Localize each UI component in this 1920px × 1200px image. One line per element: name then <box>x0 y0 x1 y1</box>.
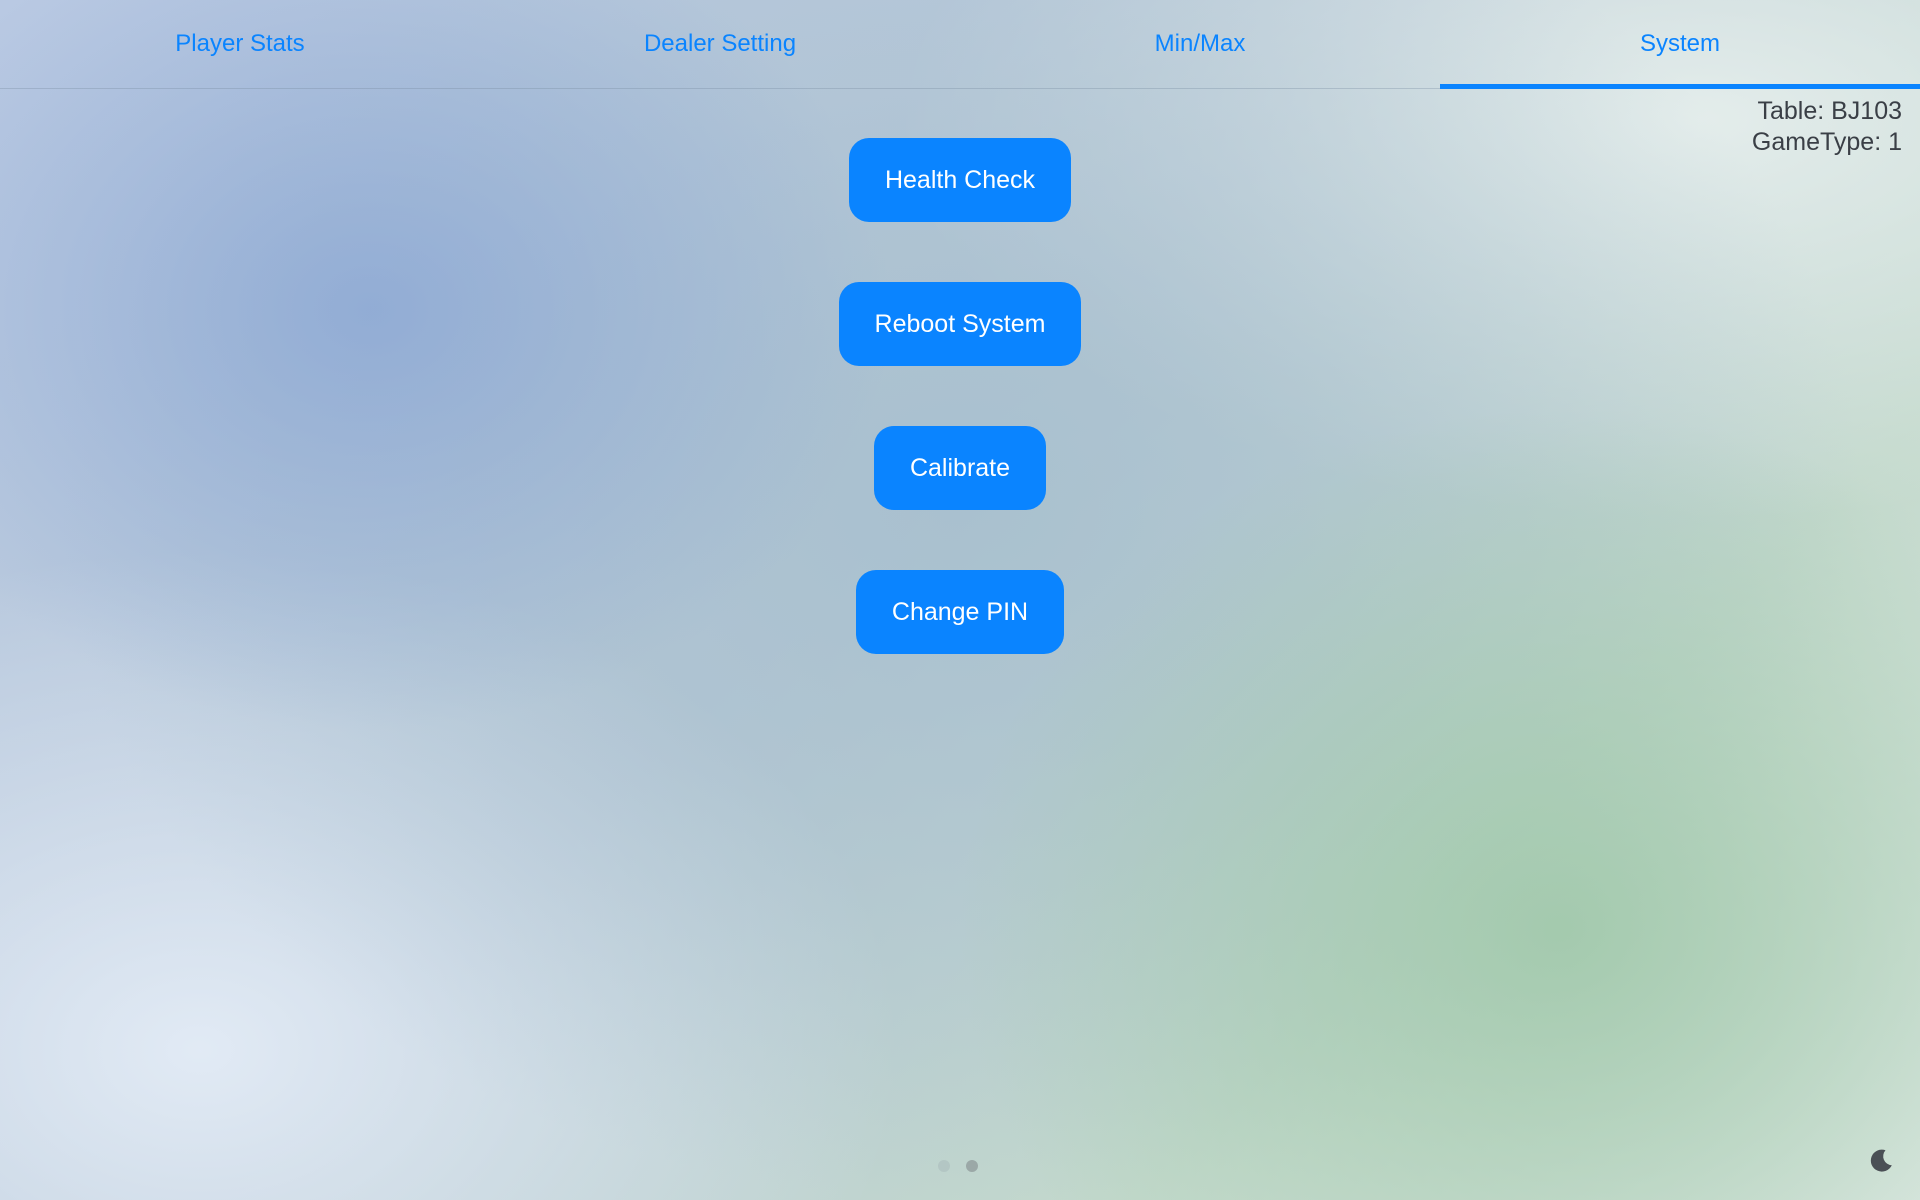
health-check-button[interactable]: Health Check <box>848 138 1072 222</box>
tab-active-indicator <box>1440 84 1920 89</box>
reboot-system-button[interactable]: Reboot System <box>838 282 1082 366</box>
tab-label: Dealer Setting <box>643 30 797 57</box>
calibrate-button[interactable]: Calibrate <box>873 426 1047 510</box>
tab-label: System <box>1639 30 1720 57</box>
moon-icon[interactable] <box>1866 1146 1896 1176</box>
page-indicator <box>938 1160 978 1172</box>
tab-label: Min/Max <box>1154 30 1246 57</box>
tab-min-max[interactable]: Min/Max <box>960 0 1440 88</box>
change-pin-button[interactable]: Change PIN <box>855 570 1065 654</box>
tab-label: Player Stats <box>175 30 305 57</box>
page-dot[interactable] <box>966 1160 978 1172</box>
page-dot[interactable] <box>938 1160 950 1172</box>
tab-player-stats[interactable]: Player Stats <box>0 0 480 88</box>
table-id-label: Table: BJ103 <box>1757 97 1902 125</box>
tab-dealer-setting[interactable]: Dealer Setting <box>480 0 960 88</box>
tab-system[interactable]: System <box>1440 0 1920 89</box>
system-actions: Health Check Reboot System Calibrate Cha… <box>0 138 1920 714</box>
tab-bar: Player Stats Dealer Setting Min/Max Syst… <box>0 0 1920 89</box>
